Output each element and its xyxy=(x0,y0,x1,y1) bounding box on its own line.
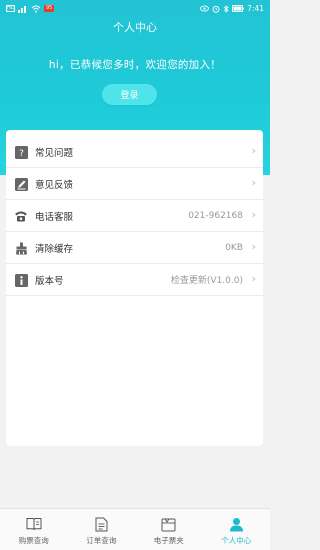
chevron-right-icon: › xyxy=(251,144,256,157)
menu-item-value: 021-962168 xyxy=(188,210,243,221)
ticket-folder-icon xyxy=(161,516,177,532)
status-left: HD 95 xyxy=(6,5,55,13)
menu-item-value: 检查更新(V1.0.0) xyxy=(170,276,243,286)
menu-item-label: 清除缓存 xyxy=(35,243,74,255)
menu-item-label: 电话客服 xyxy=(35,211,74,223)
menu-item-value: 0KB xyxy=(225,242,243,253)
question-icon: ? xyxy=(14,145,28,159)
wifi-icon xyxy=(31,5,41,12)
tab-ticket-query[interactable]: 购票查询 xyxy=(0,509,68,550)
menu-card: ? 常见问题 › 意见反馈 › 电话客服 021-962168 › 清除缓存 0… xyxy=(6,130,263,446)
menu-item-version[interactable]: 版本号 检查更新(V1.0.0) › xyxy=(6,264,263,296)
menu-item-faq[interactable]: ? 常见问题 › xyxy=(6,136,263,168)
eye-icon xyxy=(200,5,210,12)
menu-item-label: 版本号 xyxy=(35,275,64,287)
status-right: 7:41 xyxy=(200,4,264,13)
menu-item-label: 意见反馈 xyxy=(35,179,74,191)
status-time: 7:41 xyxy=(247,4,264,13)
tab-personal-center[interactable]: 个人中心 xyxy=(203,509,271,550)
chevron-right-icon: › xyxy=(251,176,256,189)
chevron-right-icon: › xyxy=(251,208,256,221)
signal-icon xyxy=(18,5,26,13)
info-icon xyxy=(14,273,28,287)
welcome-message: hi，已恭候您多时，欢迎您的加入！ xyxy=(48,59,222,71)
menu-item-phone-service[interactable]: 电话客服 021-962168 › xyxy=(6,200,263,232)
tab-order-query[interactable]: 订单查询 xyxy=(68,509,136,550)
book-icon xyxy=(26,516,42,532)
menu-item-feedback[interactable]: 意见反馈 › xyxy=(6,168,263,200)
tab-label: 个人中心 xyxy=(221,536,252,545)
edit-icon xyxy=(14,177,28,191)
alarm-icon xyxy=(212,5,220,13)
hd-icon: HD xyxy=(6,5,15,12)
battery-badge: 95 xyxy=(44,5,55,12)
chevron-right-icon: › xyxy=(251,272,256,285)
battery-icon xyxy=(232,5,244,12)
page-title: 个人中心 xyxy=(113,21,157,34)
phone-icon xyxy=(14,209,28,223)
status-bar: HD 95 7:41 xyxy=(0,0,270,17)
tab-label: 购票查询 xyxy=(18,536,49,545)
bottom-tab-bar: 购票查询 订单查询 电子票夹 个人中心 xyxy=(0,508,270,550)
document-icon xyxy=(93,516,109,532)
chevron-right-icon: › xyxy=(251,240,256,253)
tab-e-ticket-folder[interactable]: 电子票夹 xyxy=(135,509,203,550)
clear-cache-icon xyxy=(14,241,28,255)
tab-label: 订单查询 xyxy=(86,536,117,545)
bluetooth-icon xyxy=(223,4,229,13)
menu-item-label: 常见问题 xyxy=(35,147,74,159)
login-button[interactable]: 登录 xyxy=(102,84,157,105)
menu-item-clear-cache[interactable]: 清除缓存 0KB › xyxy=(6,232,263,264)
user-icon xyxy=(228,516,244,532)
svg-text:?: ? xyxy=(19,149,24,159)
tab-label: 电子票夹 xyxy=(153,536,184,545)
